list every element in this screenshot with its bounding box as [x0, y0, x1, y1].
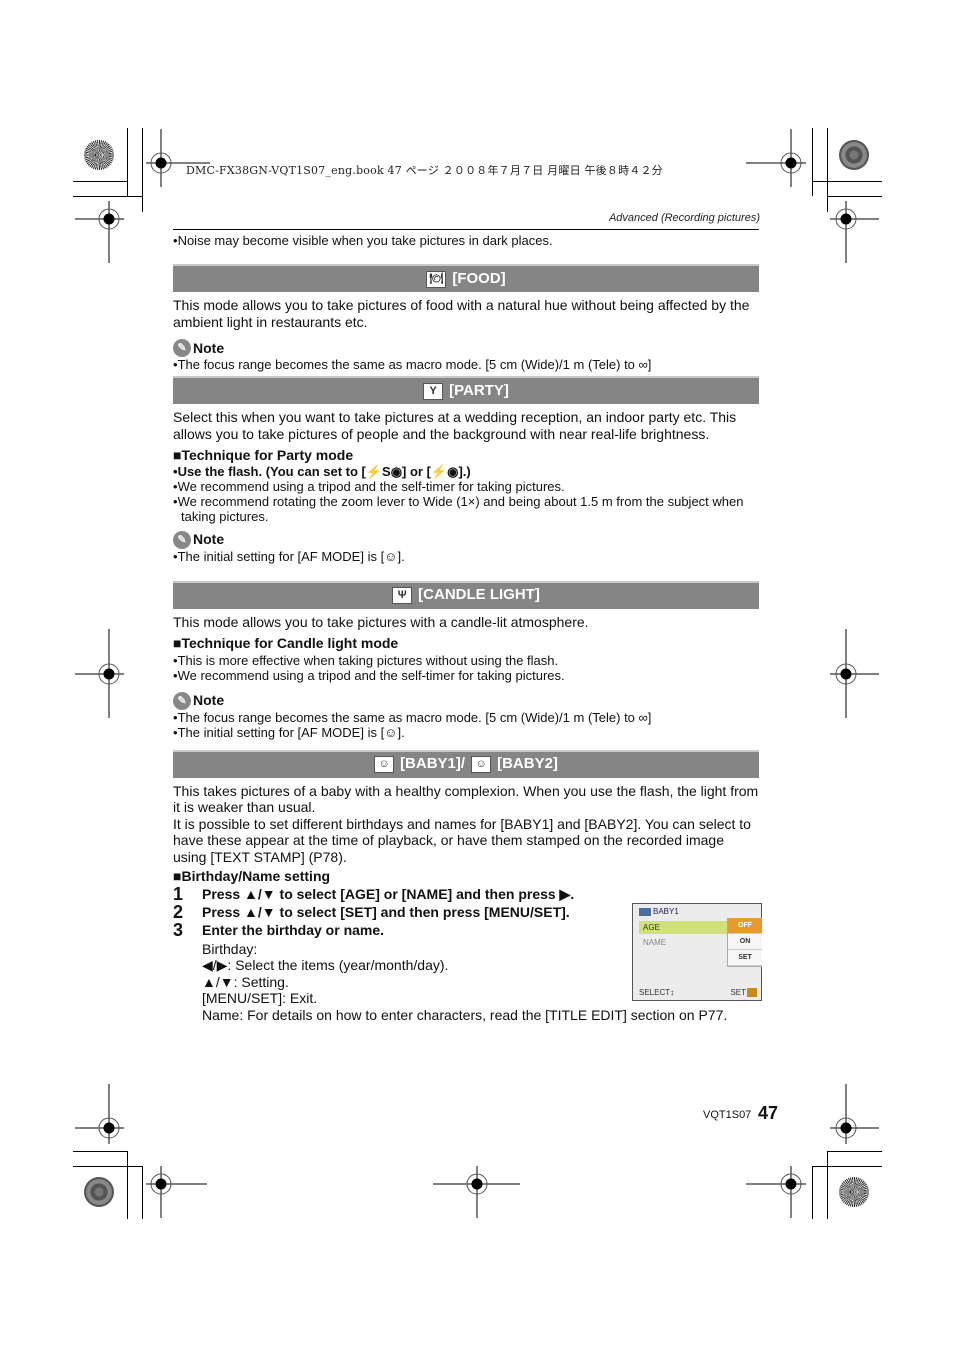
baby2-icon: ☺: [471, 756, 492, 773]
lcd-title-text: BABY1: [653, 907, 679, 916]
section-candle-light: Ψ [CANDLE LIGHT] This mode allows you to…: [173, 580, 759, 740]
lcd-options-popup: OFF ON SET: [727, 918, 762, 967]
header-rule: [173, 229, 759, 230]
section-description: This takes pictures of a baby with a hea…: [173, 782, 759, 816]
section-description: It is possible to set different birthday…: [173, 815, 751, 865]
section-food: 🍽 [FOOD] This mode allows you to take pi…: [173, 264, 759, 372]
note-header: ✎ Note: [173, 530, 759, 549]
step-text: Enter the birthday or name.: [202, 921, 385, 938]
note-label: Note: [193, 531, 225, 548]
registration-mark-icon: [75, 1084, 124, 1144]
section-description: This mode allows you to take pictures wi…: [173, 613, 589, 630]
document-code: VQT1S07: [703, 1109, 752, 1121]
note-item: The initial setting for [AF MODE] is [☺]…: [173, 549, 759, 564]
technique-item: We recommend using a tripod and the self…: [173, 668, 759, 683]
note-header: ✎ Note: [173, 339, 759, 357]
lcd-title: BABY1: [639, 907, 679, 916]
section-title: [PARTY]: [449, 381, 509, 399]
registration-mark-icon: [146, 129, 210, 187]
pencil-icon: ✎: [173, 530, 191, 549]
technique-item: Use the flash. (You can set to [⚡S◉] or …: [173, 464, 759, 479]
section-description: This mode allows you to take pictures of…: [173, 297, 750, 330]
section-title-baby1: [BABY1]/: [400, 755, 466, 773]
note-label: Note: [193, 692, 225, 709]
section-header-baby: ☺ [BABY1]/ ☺ [BABY2]: [173, 749, 759, 778]
technique-item: We recommend rotating the zoom lever to …: [173, 494, 759, 524]
page-number: 47: [758, 1103, 779, 1123]
registration-mark-icon: [746, 1166, 806, 1218]
food-icon: 🍽: [426, 270, 447, 288]
lcd-footer-set: SET: [730, 988, 757, 997]
pencil-icon: ✎: [173, 691, 191, 710]
registration-mark-icon: [433, 1166, 520, 1218]
registration-mark-icon: [746, 129, 806, 187]
technique-title: Technique for Party mode: [173, 447, 759, 464]
step-detail: Name: For details on how to enter charac…: [202, 1006, 728, 1023]
note-header: ✎ Note: [173, 691, 759, 710]
section-header-food: 🍽 [FOOD]: [173, 264, 759, 292]
section-description: Select this when you want to take pictur…: [173, 409, 737, 442]
note-label: Note: [193, 339, 225, 356]
running-head: Advanced (Recording pictures): [608, 212, 760, 224]
party-icon: Y: [423, 382, 444, 400]
note-item: The focus range becomes the same as macr…: [173, 357, 759, 372]
lcd-footer-set-label: SET: [730, 988, 746, 997]
section-title-baby2: [BABY2]: [497, 755, 558, 773]
registration-mark-icon: [75, 201, 124, 263]
registration-mark-icon: [830, 629, 879, 718]
step-text: Press ▲/▼ to select [SET] and then press…: [202, 903, 570, 920]
step-number: 1: [173, 883, 184, 904]
lcd-menu-item-name: NAME: [643, 938, 667, 947]
menu-set-icon: [747, 988, 757, 997]
lcd-menu-item-age: AGE: [639, 921, 731, 934]
registration-mark-icon: [146, 1166, 207, 1218]
setting-title: Birthday/Name setting: [173, 868, 759, 885]
section-header-candle-light: Ψ [CANDLE LIGHT]: [173, 580, 759, 609]
section-header-party: Y [PARTY]: [173, 376, 759, 404]
baby-icon: [639, 907, 651, 916]
pencil-icon: ✎: [173, 339, 191, 357]
intro-bullet: Noise may become visible when you take p…: [173, 233, 759, 248]
section-party: Y [PARTY] Select this when you want to t…: [173, 376, 759, 564]
registration-mark-icon: [830, 201, 879, 263]
step-1: 1 Press ▲/▼ to select [AGE] or [NAME] an…: [173, 885, 759, 903]
note-item: The initial setting for [AF MODE] is [☺]…: [173, 725, 759, 740]
note-item: The focus range becomes the same as macr…: [173, 710, 759, 725]
candle-light-icon: Ψ: [392, 587, 413, 604]
step-number: 2: [173, 901, 184, 922]
camera-lcd-screenshot: BABY1 AGE NAME OFF ON SET SELECT↕ SET: [632, 903, 762, 1001]
section-title: [FOOD]: [452, 269, 506, 287]
section-title: [CANDLE LIGHT]: [418, 586, 540, 604]
lcd-option-set: SET: [728, 950, 762, 966]
registration-mark-icon: [830, 1084, 879, 1144]
baby1-icon: ☺: [374, 756, 395, 773]
lcd-option-off: OFF: [728, 918, 762, 934]
step-text: Press ▲/▼ to select [AGE] or [NAME] and …: [202, 885, 575, 902]
technique-title: Technique for Candle light mode: [173, 635, 759, 652]
lcd-footer-select: SELECT↕: [639, 988, 675, 997]
technique-item: This is more effective when taking pictu…: [173, 653, 759, 668]
technique-item: We recommend using a tripod and the self…: [173, 479, 759, 494]
lcd-option-on: ON: [728, 934, 762, 950]
registration-mark-icon: [75, 629, 124, 718]
step-number: 3: [173, 919, 184, 940]
print-header: DMC-FX38GN-VQT1S07_eng.book 47 ページ ２００８年…: [186, 164, 663, 177]
